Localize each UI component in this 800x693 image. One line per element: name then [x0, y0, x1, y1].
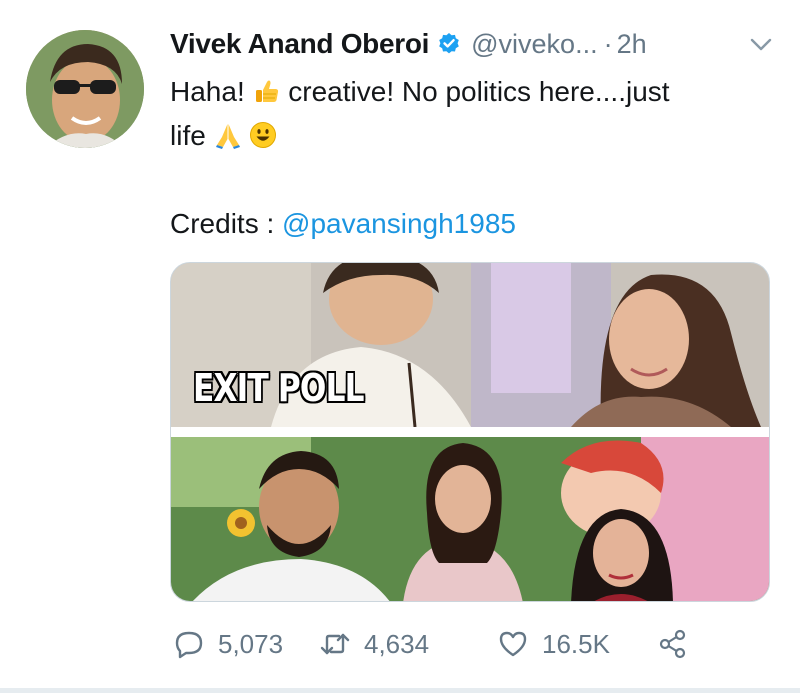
- retweet-count: 4,634: [364, 628, 430, 659]
- thumbs-up-icon: [255, 80, 278, 102]
- author-name[interactable]: Vivek Anand Oberoi: [170, 28, 429, 60]
- reply-icon: [175, 631, 203, 659]
- tweet-actions: 5,073 4,634 16.5K: [170, 624, 770, 664]
- like-button[interactable]: 16.5K: [498, 624, 610, 664]
- tweet-divider: [0, 688, 800, 693]
- tweet-timestamp[interactable]: 2h: [617, 29, 647, 60]
- folded-hands-icon: [215, 124, 240, 149]
- chevron-down-icon[interactable]: [750, 38, 772, 52]
- verified-badge-icon: [439, 33, 459, 54]
- exit-poll-caption: EXIT POLL: [193, 366, 364, 410]
- tweet-card[interactable]: Vivek Anand Oberoi @viveko... · 2h Haha!…: [0, 0, 800, 693]
- retweet-button[interactable]: 4,634: [320, 624, 429, 664]
- heart-icon: [499, 631, 527, 657]
- grinning-face-icon: [250, 122, 277, 148]
- tweet-text-part: Haha!: [170, 76, 253, 107]
- header-separator: ·: [603, 28, 613, 59]
- tweet-text-credits-line: Credits : @pavansingh1985: [170, 202, 780, 246]
- meme-image-collage: [171, 263, 769, 601]
- avatar[interactable]: [26, 30, 144, 148]
- share-button[interactable]: [658, 624, 688, 664]
- author-handle[interactable]: @viveko...: [471, 29, 597, 60]
- reply-count: 5,073: [218, 628, 284, 659]
- tweet-text-line-2: life: [170, 114, 780, 158]
- like-count: 16.5K: [542, 628, 610, 659]
- tweet-text-line-1: Haha! creative! No politics here....just: [170, 70, 780, 114]
- tweet-media-image[interactable]: EXIT POLL: [170, 262, 770, 602]
- tweet-text: Haha! creative! No politics here....just…: [170, 70, 780, 246]
- credits-mention-link[interactable]: @pavansingh1985: [282, 208, 516, 239]
- tweet-text-part: creative! No politics here....just: [280, 76, 670, 107]
- share-icon: [659, 629, 686, 659]
- retweet-icon: [320, 633, 350, 655]
- credits-label: Credits :: [170, 208, 283, 239]
- tweet-header: Vivek Anand Oberoi @viveko... · 2h: [170, 24, 647, 64]
- tweet-text-part: life: [170, 120, 214, 151]
- reply-button[interactable]: 5,073: [174, 624, 283, 664]
